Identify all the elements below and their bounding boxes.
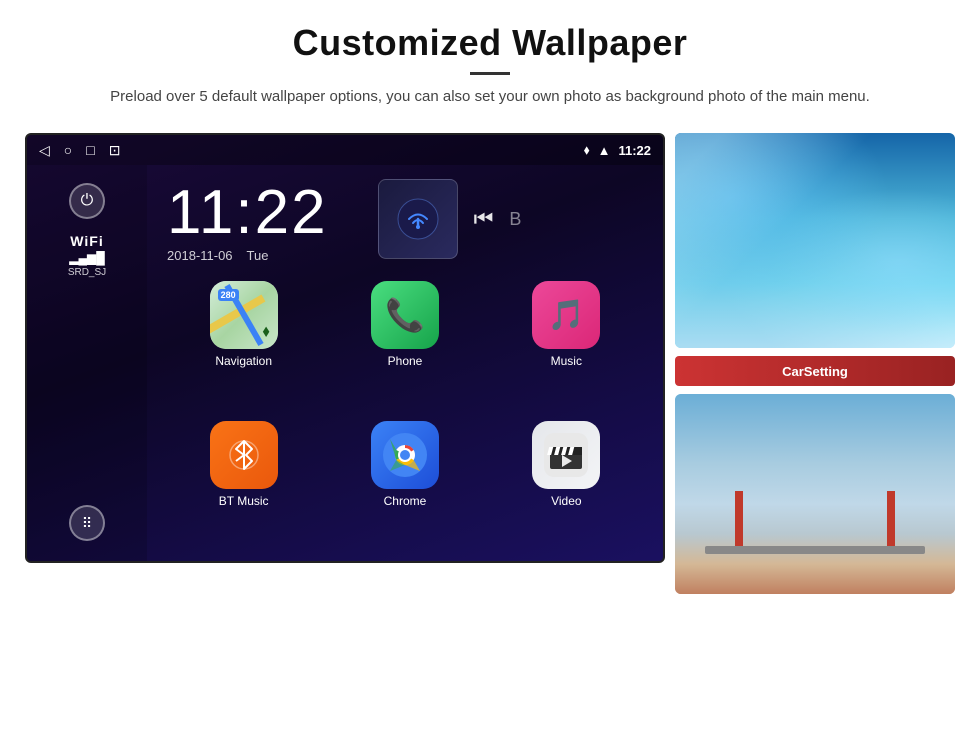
next-track-button[interactable]: B: [509, 209, 521, 230]
app-chrome[interactable]: Chrome: [328, 421, 481, 553]
media-controls: ⏮ B: [474, 206, 522, 232]
screenshot-icon[interactable]: ⊡: [109, 142, 121, 159]
date-value: 2018-11-06: [167, 248, 233, 263]
wifi-network: SRD_SJ: [68, 267, 106, 278]
navigation-label: Navigation: [215, 354, 272, 368]
now-playing-area: ⏮ B: [358, 179, 522, 259]
bridge-road: [705, 546, 925, 554]
bt-music-icon: [210, 421, 278, 489]
nav-badge: 280: [218, 289, 239, 301]
status-bar: ◁ ○ □ ⊡ ⬧ ▲ 11:22: [27, 135, 663, 165]
phone-label: Phone: [388, 354, 423, 368]
wallpaper-panel: CarSetting: [675, 133, 955, 594]
video-label: Video: [551, 494, 581, 508]
day-value: Tue: [247, 248, 269, 263]
music-label: Music: [551, 354, 582, 368]
bridge-tower-right: [887, 491, 895, 546]
main-content: 11:22 2018-11-06 Tue: [147, 165, 663, 561]
clock-time: 11:22: [167, 182, 328, 244]
home-icon[interactable]: ○: [64, 142, 72, 158]
app-video[interactable]: Video: [490, 421, 643, 553]
app-navigation[interactable]: 280 ⬧ Navigation: [167, 281, 320, 413]
android-screen: ◁ ○ □ ⊡ ⬧ ▲ 11:22 ⏻ WiFi ▂▄▆█ SRD_S: [25, 133, 665, 563]
app-music[interactable]: 🎵 Music: [490, 281, 643, 413]
back-icon[interactable]: ◁: [39, 142, 50, 159]
wifi-status-icon: ▲: [598, 143, 611, 158]
bridge-container: [705, 546, 925, 554]
wifi-label: WiFi: [68, 233, 106, 249]
wallpaper-thumb-1[interactable]: [675, 133, 955, 348]
chrome-label: Chrome: [384, 494, 427, 508]
nav-arrow-icon: ⬧: [262, 323, 269, 341]
status-right: ⬧ ▲ 11:22: [584, 142, 651, 158]
apps-grid-button[interactable]: ⠿: [69, 505, 105, 541]
bt-music-label: BT Music: [219, 494, 269, 508]
page-title: Customized Wallpaper: [110, 22, 870, 64]
power-button[interactable]: ⏻: [69, 183, 105, 219]
bridge-overlay: [675, 394, 955, 594]
wifi-bars: ▂▄▆█: [68, 251, 106, 265]
page-header: Customized Wallpaper Preload over 5 defa…: [110, 0, 870, 109]
prev-track-button[interactable]: ⏮: [474, 206, 494, 232]
clock-area: 11:22 2018-11-06 Tue: [147, 165, 663, 273]
page-subtitle: Preload over 5 default wallpaper options…: [110, 85, 870, 109]
bridge-tower-left: [735, 491, 743, 546]
video-icon: [532, 421, 600, 489]
title-divider: [470, 72, 510, 75]
now-playing-icon: [378, 179, 458, 259]
phone-icon: 📞: [371, 281, 439, 349]
screen-body: ⏻ WiFi ▂▄▆█ SRD_SJ ⠿ 11:22 2018-11-: [27, 165, 663, 561]
music-icon: 🎵: [532, 281, 600, 349]
app-grid: 280 ⬧ Navigation 📞 Phone 🎵 Music: [147, 273, 663, 561]
carsetting-strip[interactable]: CarSetting: [675, 356, 955, 386]
sidebar-top: ⏻ WiFi ▂▄▆█ SRD_SJ: [68, 183, 106, 278]
nav-icons: ◁ ○ □ ⊡: [39, 142, 120, 159]
wifi-block: WiFi ▂▄▆█ SRD_SJ: [68, 233, 106, 278]
wallpaper-thumb-2[interactable]: [675, 394, 955, 594]
chrome-icon: [371, 421, 439, 489]
ice-shapes: [675, 133, 955, 348]
content-area: ◁ ○ □ ⊡ ⬧ ▲ 11:22 ⏻ WiFi ▂▄▆█ SRD_S: [0, 133, 980, 594]
app-phone[interactable]: 📞 Phone: [328, 281, 481, 413]
recent-icon[interactable]: □: [86, 142, 94, 158]
left-sidebar: ⏻ WiFi ▂▄▆█ SRD_SJ ⠿: [27, 165, 147, 561]
status-time: 11:22: [618, 143, 651, 158]
navigation-icon: 280 ⬧: [210, 281, 278, 349]
carsetting-label: CarSetting: [782, 364, 848, 379]
clock-date: 2018-11-06 Tue: [167, 248, 328, 263]
app-bt-music[interactable]: BT Music: [167, 421, 320, 553]
clock-block: 11:22 2018-11-06 Tue: [167, 182, 328, 263]
location-icon: ⬧: [584, 142, 590, 158]
